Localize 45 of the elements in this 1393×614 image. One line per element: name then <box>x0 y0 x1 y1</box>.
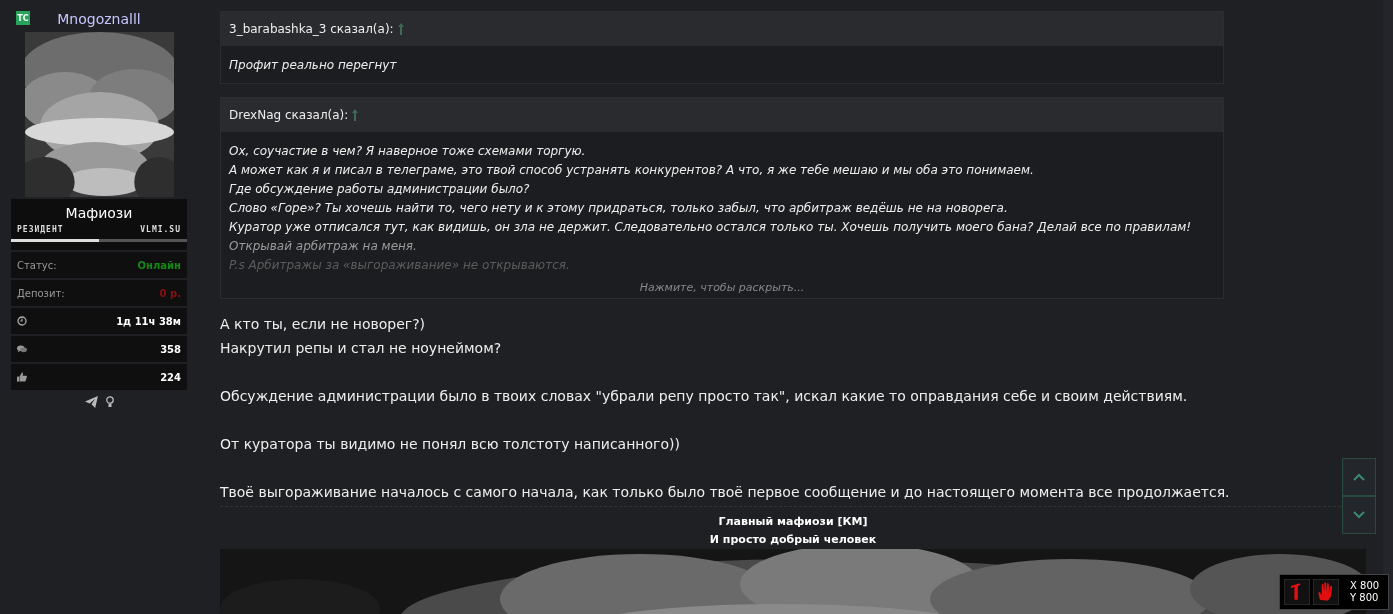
stat-label: Статус: <box>17 259 57 271</box>
chat-icon <box>17 344 27 354</box>
user-badge: TC <box>16 11 30 25</box>
send-icon[interactable] <box>84 396 98 408</box>
thumbs-up-icon <box>17 372 27 382</box>
chevron-up-icon <box>1353 473 1365 481</box>
expand-link[interactable]: Нажмите, чтобы раскрыть... <box>229 275 1215 298</box>
quote-author[interactable]: 3_barabashka_3 сказал(а): <box>229 22 394 36</box>
jump-arrow-icon[interactable] <box>352 109 359 121</box>
post-text: А кто ты, если не новорег?) <box>220 315 426 334</box>
jump-arrow-icon[interactable] <box>397 23 404 35</box>
scrollbar[interactable] <box>1383 0 1393 614</box>
y-coordinate: Y 800 <box>1350 592 1380 604</box>
stat-value: Онлайн <box>137 259 181 271</box>
quote-author[interactable]: DrexNag сказал(а): <box>229 108 349 122</box>
stat-value: 1д 11ч 38м <box>116 315 181 327</box>
hand-icon <box>1313 579 1339 605</box>
quote-text: Куратор уже отписался тут, как видишь, он зла не держит. Следовательно остался только ты. Хочешь получить моего бана? Делай все по правилам! <box>229 219 1193 236</box>
quote-text: Профит реально перегнут <box>229 57 398 74</box>
quote-text: Ох, соучастие в чем? Я наверное тоже схемами торгую. <box>229 143 587 160</box>
signature-text: И просто добрый человек <box>709 532 877 548</box>
stat-value: 0 р. <box>159 287 181 299</box>
clock-icon <box>17 316 27 326</box>
quote-text: Где обсуждение работы администрации было? <box>229 181 531 198</box>
post-text: Твоё выгораживание началось с самого начала, как только было твоё первое сообщение и до настоящего момента все продолжается. <box>220 483 1230 502</box>
signature-text: Главный мафиози [КМ] <box>718 514 868 530</box>
scroll-down-button[interactable] <box>1342 496 1376 534</box>
quote-text: Слово «Горе»? Ты хочешь найти то, чего нету и к этому придраться, только забыл, что арбитраж ведёшь не на новорега. <box>229 200 1009 217</box>
stat-value: 358 <box>160 343 181 355</box>
x-coordinate: X 800 <box>1350 580 1380 592</box>
quote-text: Открывай арбитраж на меня. <box>229 238 418 255</box>
chevron-down-icon <box>1353 511 1365 519</box>
rank-tab[interactable]: РЕЗИДЕНТ <box>11 225 99 242</box>
quote-text: P.s Арбитражы за «выгораживание» не открываются. <box>229 257 571 274</box>
rank-tab[interactable]: VLMI.SU <box>99 225 187 242</box>
post-text: Обсуждение администрации было в твоих словах "убрали репу просто так", искал какие то оправдания себе и своим действиям. <box>220 387 1188 406</box>
post-text: От куратора ты видимо не понял всю толстоту написанного)) <box>220 435 680 454</box>
user-title: Мафиози <box>64 205 134 221</box>
username[interactable]: Mnogoznalll <box>57 11 141 27</box>
quote-text: А может как я и писал в телеграме, это твой способ устранять конкурентов? А что, я же тебе мешаю и мы оба это понимаем. <box>229 162 1035 179</box>
lightbulb-icon[interactable] <box>105 396 114 408</box>
stat-value: 224 <box>160 371 181 383</box>
scroll-up-button[interactable] <box>1342 458 1376 496</box>
post-text: Накрутил репы и стал не ноунеймом? <box>220 339 502 358</box>
stat-label: Депозит: <box>17 287 65 299</box>
